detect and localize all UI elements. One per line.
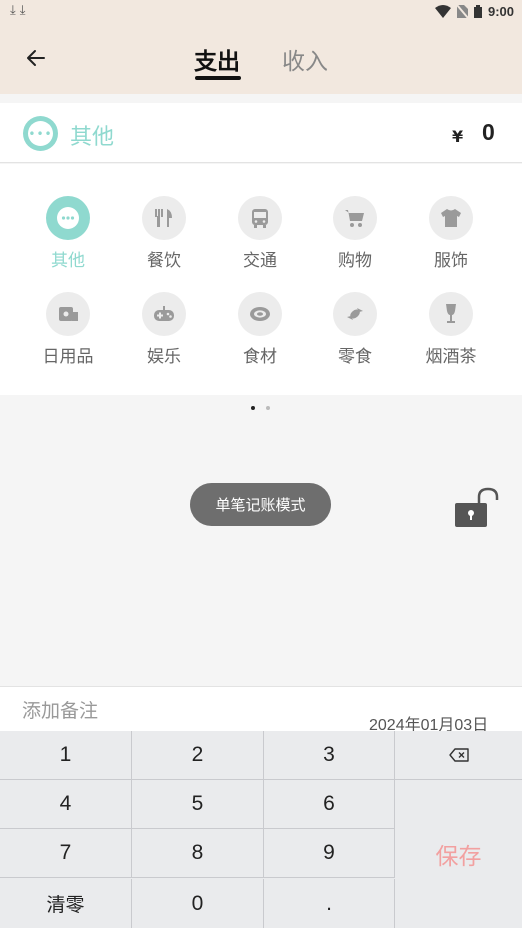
meat-icon (238, 292, 282, 336)
key-9[interactable]: 9 (264, 829, 395, 878)
backspace-icon (448, 748, 469, 762)
note-input[interactable] (22, 697, 272, 725)
clear-key[interactable]: 清零 (0, 879, 132, 928)
key-0[interactable]: 0 (132, 879, 264, 928)
category-label: 餐饮 (147, 251, 181, 271)
page-indicator (251, 406, 270, 410)
selected-category: 其他 (70, 125, 115, 150)
status-icons: 9:00 (434, 4, 514, 19)
numeric-keypad: 1 2 3 4 5 6 保存 7 8 9 清零 0 . (0, 731, 522, 928)
category-transport[interactable]: 交通 (212, 196, 308, 271)
shirt-icon (429, 196, 473, 240)
category-label: 烟酒茶 (425, 347, 477, 367)
status-bar: ⤓⤓ 9:00 (0, 0, 522, 24)
status-time: 9:00 (487, 4, 514, 19)
note-bar: 2024年01月03日 (0, 686, 522, 734)
candy-icon (333, 292, 377, 336)
backspace-key[interactable] (395, 731, 522, 780)
key-2[interactable]: 2 (132, 731, 264, 780)
key-6[interactable]: 6 (264, 780, 395, 829)
no-sim-icon (456, 5, 468, 18)
save-button[interactable]: 保存 (395, 780, 522, 928)
page-dot (266, 406, 270, 410)
category-shopping[interactable]: 购物 (307, 196, 403, 271)
category-other[interactable]: 其他 (20, 196, 116, 271)
category-label: 交通 (243, 251, 277, 271)
category-clothing[interactable]: 服饰 (403, 196, 499, 271)
category-grid: 其他 餐饮 交通 购物 服饰 日用品 娱乐 食材 零食 烟酒茶 (0, 164, 522, 395)
category-label: 服饰 (434, 251, 468, 271)
key-7[interactable]: 7 (0, 829, 132, 878)
category-dining[interactable]: 餐饮 (116, 196, 212, 271)
category-label: 食材 (243, 347, 277, 367)
key-1[interactable]: 1 (0, 731, 132, 780)
category-label: 娱乐 (147, 347, 181, 367)
key-5[interactable]: 5 (132, 780, 264, 829)
unlock-icon[interactable] (452, 487, 502, 529)
amount-display: 0 (482, 119, 495, 145)
more-icon (46, 196, 90, 240)
category-label: 日用品 (42, 347, 94, 367)
category-label: 零食 (338, 347, 372, 367)
page-dot-active (251, 406, 255, 410)
category-snacks[interactable]: 零食 (307, 292, 403, 367)
category-ingredients[interactable]: 食材 (212, 292, 308, 367)
back-arrow-icon[interactable] (22, 44, 50, 72)
cart-icon (333, 196, 377, 240)
category-tobacco-wine-tea[interactable]: 烟酒茶 (403, 292, 499, 367)
entry-summary: ••• 其他 ¥ 0 (0, 103, 522, 163)
key-8[interactable]: 8 (132, 829, 264, 878)
download-notification-icons: ⤓⤓ (10, 3, 30, 18)
battery-icon (473, 5, 482, 18)
single-entry-mode-button[interactable]: 单笔记账模式 (190, 483, 331, 526)
category-label: 购物 (338, 251, 372, 271)
header: 支出 收入 (0, 24, 522, 94)
tab-indicator (195, 76, 241, 80)
key-4[interactable]: 4 (0, 780, 132, 829)
bus-icon (238, 196, 282, 240)
category-daily-goods[interactable]: 日用品 (20, 292, 116, 367)
gamepad-icon (142, 292, 186, 336)
wine-glass-icon (429, 292, 473, 336)
key-3[interactable]: 3 (264, 731, 395, 780)
utensils-icon (142, 196, 186, 240)
category-label: 其他 (51, 251, 85, 271)
currency-symbol: ¥ (452, 127, 464, 146)
tab-income[interactable]: 收入 (282, 42, 328, 76)
wifi-icon (434, 5, 451, 18)
decimal-key[interactable]: . (264, 879, 395, 928)
more-icon: ••• (23, 116, 58, 151)
tab-expense[interactable]: 支出 (194, 42, 240, 76)
tissue-icon (46, 292, 90, 336)
category-entertainment[interactable]: 娱乐 (116, 292, 212, 367)
